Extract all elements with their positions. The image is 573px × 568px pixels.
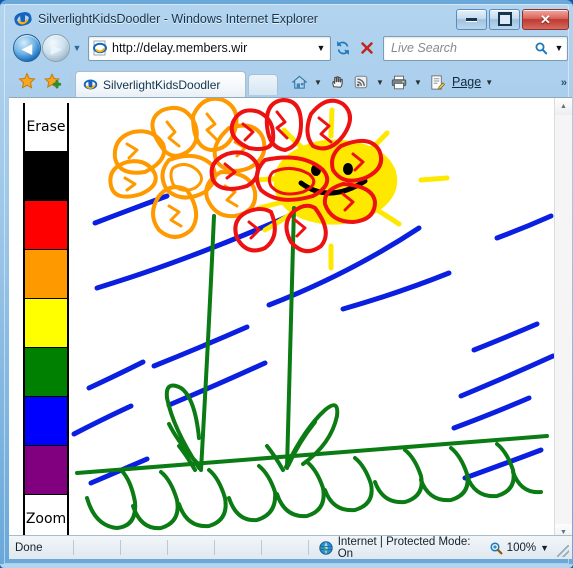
toolbar-overflow-button[interactable]: » — [561, 77, 567, 89]
chevron-down-icon: ▼ — [554, 43, 564, 53]
rss-icon[interactable] — [350, 71, 372, 93]
history-dropdown-button[interactable]: ▼ — [70, 43, 84, 53]
hand-icon[interactable] — [326, 71, 348, 93]
erase-label: Erase — [26, 119, 66, 135]
tab-silverlightkidsdoodler[interactable]: SilverlightKidsDoodler — [75, 71, 246, 97]
home-dropdown-button[interactable]: ▼ — [312, 78, 324, 87]
palette-color-purple[interactable] — [25, 446, 67, 495]
status-slot-2 — [121, 540, 168, 555]
page-menu-label[interactable]: Page — [452, 75, 481, 89]
favorites-center-button[interactable] — [14, 68, 40, 94]
stop-button[interactable] — [355, 37, 379, 60]
zoom-icon — [490, 541, 503, 554]
vertical-scrollbar[interactable]: ▲ ▼ — [554, 98, 572, 541]
chevron-down-icon: ▼ — [316, 43, 326, 53]
refresh-icon — [337, 40, 349, 56]
back-arrow-icon: ◀ — [22, 40, 32, 56]
chevron-down-icon: ▼ — [485, 77, 494, 87]
chevron-right-icon: » — [560, 77, 567, 89]
globe-icon — [318, 540, 333, 555]
print-dropdown-button[interactable]: ▼ — [412, 78, 424, 87]
search-icon[interactable] — [531, 41, 551, 55]
status-slot-4 — [215, 540, 262, 555]
search-input[interactable]: Live Search — [384, 41, 531, 55]
security-zone-label: Internet | Protected Mode: On — [337, 535, 471, 560]
page-icon[interactable] — [426, 71, 448, 93]
print-icon[interactable] — [388, 71, 410, 93]
palette-color-black[interactable] — [25, 152, 67, 201]
close-icon: ✕ — [540, 11, 551, 27]
chevron-down-icon: ▼ — [414, 77, 422, 87]
status-slot-5 — [262, 540, 309, 555]
add-to-favorites-button[interactable] — [40, 68, 66, 94]
address-dropdown-button[interactable]: ▼ — [312, 43, 330, 53]
forward-arrow-icon: ▶ — [51, 40, 61, 56]
back-button[interactable]: ◀ — [13, 34, 41, 62]
address-input[interactable]: http://delay.members.wir — [112, 41, 312, 55]
status-text: Done — [9, 540, 74, 555]
chevron-down-icon: ▼ — [376, 77, 384, 87]
rss-dropdown-button[interactable]: ▼ — [374, 78, 386, 87]
window-title: SilverlightKidsDoodler - Windows Interne… — [38, 12, 318, 26]
doodle-artwork[interactable] — [69, 98, 555, 541]
search-provider-dropdown[interactable]: ▼ — [551, 43, 567, 53]
close-button[interactable]: ✕ — [522, 8, 569, 30]
ie-page-icon — [92, 40, 108, 56]
zoom-level-label: 100% — [506, 541, 537, 554]
grass — [75, 434, 549, 531]
caption-buttons: ✕ — [456, 8, 569, 30]
palette-color-red[interactable] — [25, 201, 67, 250]
browser-window: SilverlightKidsDoodler - Windows Interne… — [0, 0, 573, 568]
zoom-control[interactable]: 100% ▼ — [489, 541, 557, 555]
tab-bar: SilverlightKidsDoodler ▼ ▼ ▼ Page ▼ » — [8, 65, 573, 97]
status-slot-3 — [168, 540, 215, 555]
palette-color-blue[interactable] — [25, 397, 67, 446]
chevron-down-icon: ▼ — [72, 43, 82, 53]
forward-button[interactable]: ▶ — [42, 34, 70, 62]
stems-and-leaves — [164, 206, 340, 472]
refresh-button[interactable] — [331, 37, 355, 60]
ie-logo-icon — [14, 10, 32, 28]
new-tab-button[interactable] — [248, 74, 278, 95]
tab-label: SilverlightKidsDoodler — [103, 77, 221, 92]
navigation-bar: ◀ ▶ ▼ http://delay.members.wir ▼ Live Se… — [8, 32, 573, 64]
document-canvas[interactable]: Erase Zoom — [9, 98, 555, 541]
minimize-button[interactable] — [456, 8, 487, 30]
zoom-dropdown-button[interactable]: ▼ — [540, 543, 549, 553]
ie-page-icon — [83, 79, 98, 90]
palette-color-yellow[interactable] — [25, 299, 67, 348]
color-palette: Erase Zoom — [23, 103, 69, 541]
star-plus-icon — [44, 73, 62, 89]
content-area: Erase Zoom ▲ ▼ — [9, 97, 572, 541]
command-bar: ▼ ▼ ▼ Page ▼ — [288, 71, 495, 93]
page-dropdown-button[interactable]: ▼ — [483, 78, 495, 87]
status-bar: Done Internet | Protected Mode: On 100% … — [9, 535, 572, 560]
zoom-label: Zoom — [25, 510, 67, 527]
status-slot-1 — [74, 540, 121, 555]
palette-erase-button[interactable]: Erase — [25, 103, 67, 152]
palette-color-green[interactable] — [25, 348, 67, 397]
scroll-up-button[interactable]: ▲ — [555, 98, 572, 115]
palette-color-orange[interactable] — [25, 250, 67, 299]
chevron-down-icon: ▼ — [314, 77, 322, 87]
address-bar[interactable]: http://delay.members.wir ▼ — [88, 35, 331, 61]
close-x-icon — [361, 42, 373, 54]
triangle-up-icon: ▲ — [560, 103, 567, 110]
divider — [70, 70, 71, 92]
title-bar: SilverlightKidsDoodler - Windows Interne… — [8, 7, 573, 31]
security-zone[interactable]: Internet | Protected Mode: On — [309, 536, 489, 560]
sun — [254, 107, 450, 271]
search-box[interactable]: Live Search ▼ — [383, 35, 568, 61]
home-icon[interactable] — [288, 71, 310, 93]
maximize-button[interactable] — [489, 8, 520, 30]
resize-grip[interactable] — [557, 544, 569, 557]
star-icon — [18, 72, 36, 89]
